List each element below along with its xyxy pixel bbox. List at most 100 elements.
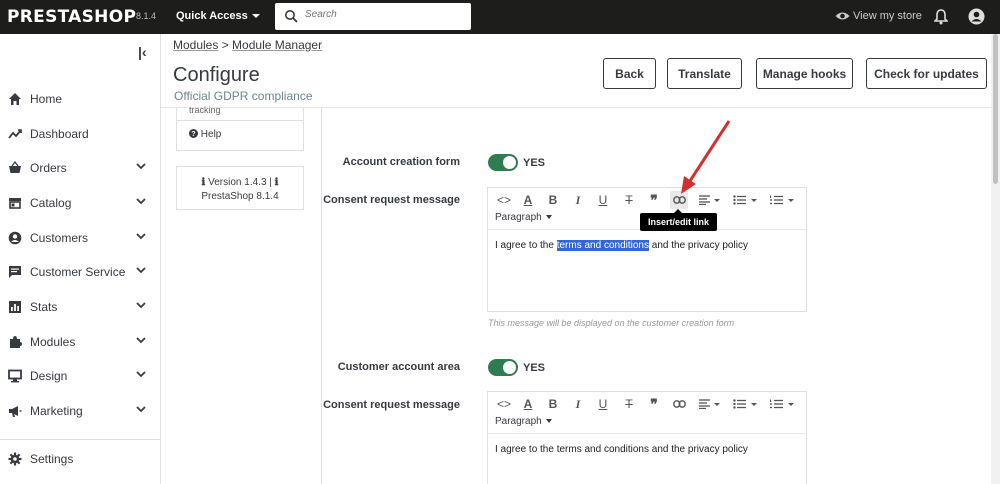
manage-hooks-button[interactable]: Manage hooks [756, 58, 853, 89]
side-menu-item-tracking[interactable]: tracking [189, 105, 221, 115]
breadcrumb: Modules > Module Manager [173, 38, 322, 52]
sidebar-item-dashboard[interactable]: Dashboard [8, 125, 153, 145]
sidebar-item-label: Customers [30, 231, 89, 245]
page-subtitle: Official GDPR compliance [174, 89, 313, 103]
breadcrumb-module-manager-link[interactable]: Module Manager [232, 38, 322, 52]
strikethrough-icon[interactable]: T [620, 395, 638, 413]
eye-icon [835, 12, 850, 20]
chevron-down-icon [136, 163, 146, 170]
megaphone-icon [9, 406, 22, 417]
sidebar-item-customer-service[interactable]: Customer Service [8, 263, 153, 283]
italic-icon[interactable]: I [569, 191, 587, 209]
bold-icon[interactable]: B [544, 395, 562, 413]
bullet-list-icon[interactable] [732, 395, 760, 413]
strikethrough-icon[interactable]: T [620, 191, 638, 209]
consent-editor-2: <> A B I U T ❞ Paragraph I agree to the … [487, 391, 807, 484]
version-line-1: Version 1.4.3 | [208, 177, 272, 188]
account-creation-switch[interactable] [488, 154, 518, 171]
chevron-down-icon [136, 267, 146, 274]
trending-icon [8, 129, 22, 139]
breadcrumb-modules-link[interactable]: Modules [173, 38, 218, 52]
caret-down-icon [545, 215, 552, 220]
italic-icon[interactable]: I [569, 395, 587, 413]
editor-content-2[interactable]: I agree to the terms and conditions and … [495, 444, 748, 455]
paragraph-format-dropdown[interactable]: Paragraph [495, 212, 552, 223]
info-icon: ℹ [274, 177, 279, 188]
breadcrumb-separator: > [218, 38, 233, 52]
customer-area-switch[interactable] [488, 359, 518, 376]
sidebar-item-label: Modules [30, 335, 76, 349]
paragraph-format-dropdown[interactable]: Paragraph [495, 416, 552, 427]
sidebar-item-orders[interactable]: Orders [8, 159, 153, 179]
prestashop-logo[interactable]: PRESTASHOP [7, 7, 136, 27]
gear-icon [8, 452, 22, 466]
basket-icon [9, 161, 21, 173]
side-menu-divider [177, 120, 303, 121]
editor-text-after: and the privacy policy [649, 240, 748, 251]
top-bar: PRESTASHOP 8.1.4 Quick Access View my st… [0, 0, 1000, 34]
editor-help-text: This message will be displayed on the cu… [488, 318, 735, 328]
numbered-list-icon[interactable] [769, 191, 797, 209]
source-code-icon[interactable]: <> [495, 395, 513, 413]
help-label: Help [200, 129, 222, 140]
sidebar-item-stats[interactable]: Stats [8, 298, 153, 318]
chevron-down-icon [136, 302, 146, 309]
version-label: 8.1.4 [136, 11, 157, 21]
translate-button[interactable]: Translate [667, 58, 742, 89]
page-scrollbar[interactable] [991, 34, 1000, 484]
blockquote-icon[interactable]: ❞ [645, 191, 663, 209]
insert-link-icon[interactable] [670, 395, 688, 413]
paragraph-label: Paragraph [495, 416, 542, 427]
sidebar-item-label: Design [30, 369, 68, 383]
collapse-sidebar-icon[interactable]: |‹ [138, 44, 147, 60]
sidebar-item-label: Dashboard [30, 127, 89, 141]
scrollbar-thumb[interactable] [993, 34, 998, 184]
customer-area-label: Customer account area [337, 361, 460, 373]
annotation-arrow [681, 120, 731, 194]
selected-text: terms and conditions [556, 240, 649, 251]
check-for-updates-button[interactable]: Check for updates [866, 58, 987, 89]
blockquote-icon[interactable]: ❞ [645, 395, 663, 413]
sidebar-item-marketing[interactable]: Marketing [8, 402, 153, 422]
align-dropdown-icon[interactable] [697, 395, 723, 413]
underline-icon[interactable]: U [594, 395, 612, 413]
consent-message-label-2: Consent request message [323, 399, 460, 411]
chevron-down-icon [136, 406, 146, 413]
account-icon[interactable] [968, 8, 985, 25]
underline-icon[interactable]: U [594, 191, 612, 209]
numbered-list-icon[interactable] [769, 395, 797, 413]
search-input[interactable] [305, 9, 455, 20]
quick-access-menu[interactable]: Quick Access [176, 10, 260, 22]
consent-editor-1: <> A B I U T ❞ Paragraph I agree to the … [487, 187, 807, 312]
view-store-link[interactable]: View my store [835, 10, 922, 22]
insert-link-tooltip: Insert/edit link [640, 209, 717, 231]
search-box[interactable] [275, 3, 471, 30]
sidebar-item-settings[interactable]: Settings [8, 450, 153, 470]
text-color-icon[interactable]: A [519, 191, 537, 209]
question-circle-icon: ? [189, 129, 198, 138]
account-creation-label: Account creation form [342, 156, 460, 168]
sidebar-item-modules[interactable]: Modules [8, 333, 153, 353]
quick-access-label: Quick Access [176, 10, 248, 22]
version-info: ℹ Version 1.4.3 | ℹ PrestaShop 8.1.4 [176, 166, 304, 210]
sidebar-item-design[interactable]: Design [8, 367, 153, 387]
desktop-icon [8, 369, 22, 383]
chevron-down-icon [136, 233, 146, 240]
text-color-icon[interactable]: A [519, 395, 537, 413]
customer-area-switch-label: YES [523, 362, 546, 374]
bullet-list-icon[interactable] [732, 191, 760, 209]
sidebar-item-label: Stats [30, 300, 58, 314]
chevron-down-icon [136, 371, 146, 378]
store-icon [9, 198, 21, 209]
back-button[interactable]: Back [603, 58, 656, 89]
source-code-icon[interactable]: <> [495, 191, 513, 209]
editor-content-1[interactable]: I agree to the terms and conditions and … [495, 240, 748, 251]
bell-icon[interactable] [934, 9, 948, 25]
paragraph-label: Paragraph [495, 212, 542, 223]
sidebar-item-home[interactable]: Home [8, 90, 153, 110]
sidebar-item-customers[interactable]: Customers [8, 229, 153, 249]
bold-icon[interactable]: B [544, 191, 562, 209]
sidebar-item-catalog[interactable]: Catalog [8, 194, 153, 214]
account-creation-switch-label: YES [523, 157, 546, 169]
side-menu-item-help[interactable]: ? Help [189, 129, 221, 140]
